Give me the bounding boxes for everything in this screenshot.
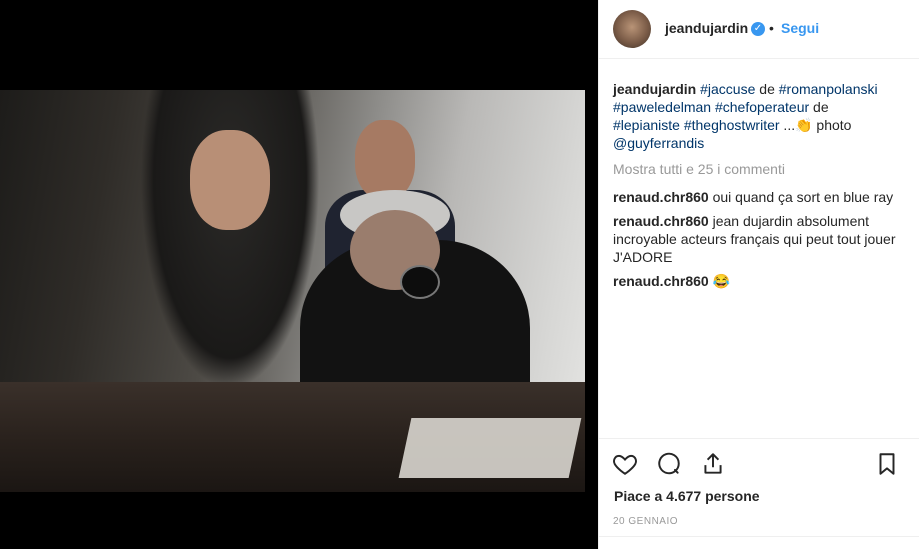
verified-badge-icon: ✓ [751, 22, 765, 36]
comment-text: oui quand ça sort en blue ray [712, 189, 894, 205]
hashtag-link[interactable]: #jaccuse [700, 81, 755, 97]
laughing-emoji: 😂 [712, 273, 731, 289]
caption-text: de [755, 81, 779, 97]
comment: renaud.chr860 😂 [613, 272, 898, 290]
mention-link[interactable]: @guyferrandis [613, 135, 704, 151]
separator-dot: • [769, 20, 774, 36]
comments-list: jeandujardin #jaccuse de #romanpolanski … [613, 80, 898, 296]
action-bar [599, 438, 919, 489]
comment: renaud.chr860 oui quand ça sort en blue … [613, 188, 898, 206]
add-comment-bar[interactable] [599, 536, 919, 550]
avatar[interactable] [613, 10, 651, 48]
comment-username[interactable]: renaud.chr860 [613, 189, 709, 205]
caption-text: de [809, 99, 829, 115]
hashtag-link[interactable]: #theghostwriter [684, 117, 780, 133]
comment-icon[interactable] [656, 451, 682, 477]
caption: jeandujardin #jaccuse de #romanpolanski … [613, 80, 898, 152]
post-media[interactable] [0, 0, 598, 549]
share-icon[interactable] [700, 451, 726, 477]
post-photo[interactable] [0, 90, 585, 492]
caption-username[interactable]: jeandujardin [613, 81, 696, 97]
hashtag-link[interactable]: #paweledelman [613, 99, 711, 115]
comment: renaud.chr860 jean dujardin absolument i… [613, 212, 898, 266]
photo-face-back [355, 120, 415, 200]
comment-username[interactable]: renaud.chr860 [613, 273, 709, 289]
photo-papers [398, 418, 582, 478]
hashtag-link[interactable]: #lepianiste [613, 117, 680, 133]
view-all-comments-link[interactable]: Mostra tutti e 25 i commenti [613, 160, 898, 178]
photo-face-left [190, 130, 270, 230]
hashtag-link[interactable]: #chefoperateur [715, 99, 809, 115]
post-sidebar: jeandujardin ✓ • Segui jeandujardin #jac… [598, 0, 919, 549]
post-date[interactable]: 20 GENNAIO [613, 516, 678, 527]
caption-text: photo [812, 117, 852, 133]
likes-count[interactable]: Piace a 4.677 persone [614, 488, 760, 504]
post-header: jeandujardin ✓ • Segui [599, 0, 919, 59]
clap-emoji: 👏 [795, 117, 813, 133]
hashtag-link[interactable]: #romanpolanski [779, 81, 878, 97]
photo-binoculars [400, 265, 440, 299]
header-username[interactable]: jeandujardin [665, 20, 748, 36]
caption-text: ... [779, 117, 796, 133]
heart-icon[interactable] [612, 451, 638, 477]
bookmark-icon[interactable] [874, 451, 900, 477]
follow-button[interactable]: Segui [781, 20, 819, 36]
comment-username[interactable]: renaud.chr860 [613, 213, 709, 229]
